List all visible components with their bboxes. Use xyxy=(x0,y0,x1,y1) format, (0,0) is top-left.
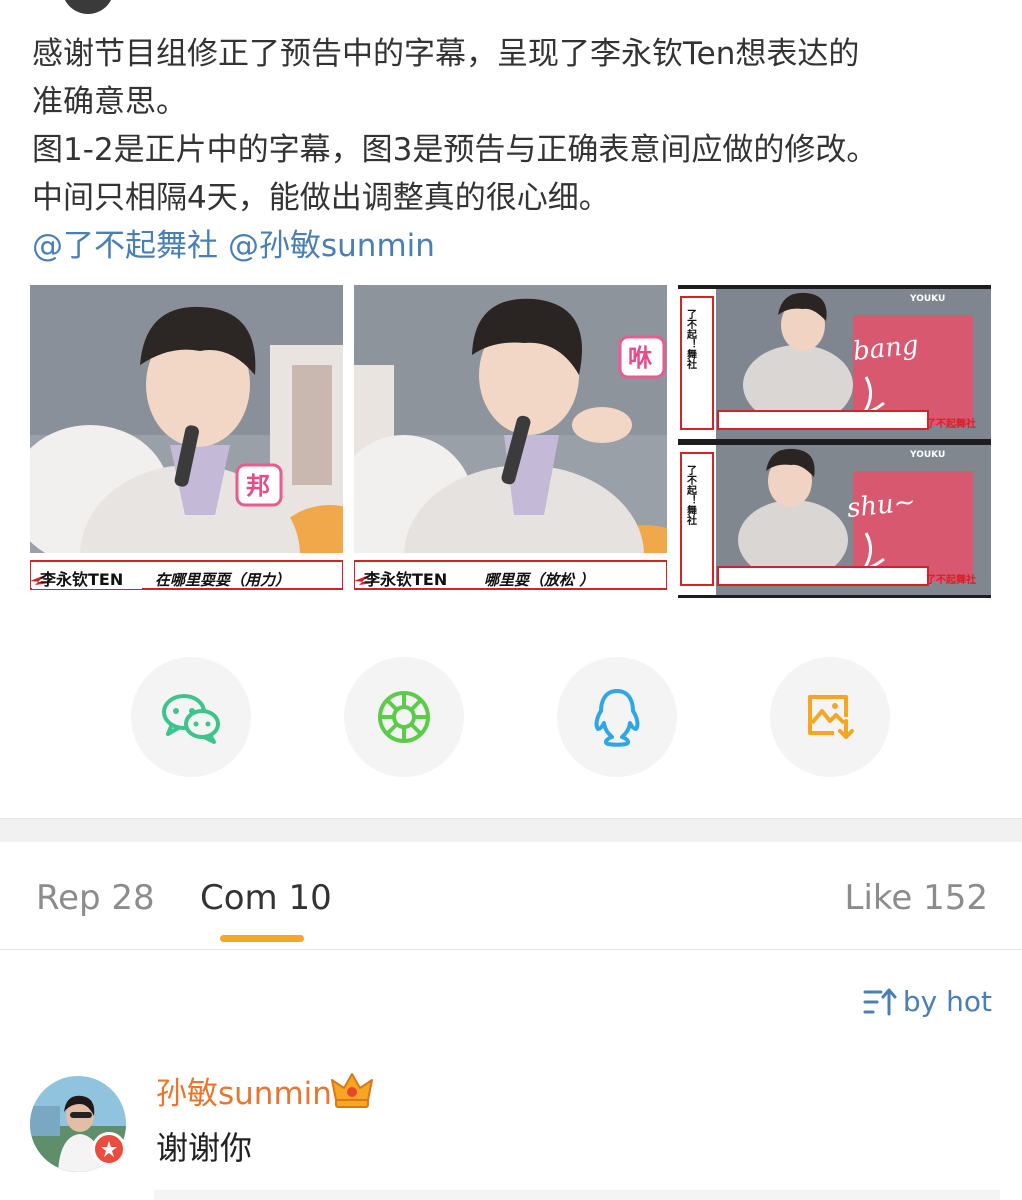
tab-reposts[interactable]: Rep 28 xyxy=(36,876,155,920)
photo-1-caption: 在哪里耍耍（用力） xyxy=(155,571,290,589)
photo-1-name-tag: 李永钦TEN xyxy=(39,570,123,589)
active-tab-indicator xyxy=(220,935,304,942)
poster-avatar[interactable] xyxy=(62,0,114,14)
photo-3-top-logo: YOUKU xyxy=(909,294,945,304)
section-divider xyxy=(0,818,1022,842)
verified-badge-icon xyxy=(92,1132,126,1166)
photo-3-bottom-watermark: 了不起舞社 xyxy=(926,573,976,586)
tab-likes[interactable]: Like 152 xyxy=(845,876,989,920)
post-line: 图1-2是正片中的字幕，图3是预告与正确表意间应做的修改。 xyxy=(32,132,878,168)
comment-replies-box[interactable] xyxy=(154,1190,1000,1200)
photo-2[interactable]: 咻 李永钦TEN 哪里耍（放松 ） xyxy=(354,285,667,598)
photo-3-bottom-logo: YOUKU xyxy=(909,450,945,460)
post-body: 感谢节目组修正了预告中的字幕，呈现了李永钦Ten想表达的 准确意思。 图1-2是… xyxy=(32,30,992,270)
save-image-button[interactable] xyxy=(770,657,890,777)
share-bar xyxy=(0,657,1022,777)
share-wechat-button[interactable] xyxy=(131,657,251,777)
photo-3[interactable]: 了不起！舞社 YOUKU bang 了不起舞社 了不起！舞社 YOUKU shu… xyxy=(678,285,991,598)
interaction-tabs: Rep 28 Com 10 Like 152 xyxy=(0,842,1022,950)
photo-2-sticker: 咻 xyxy=(628,344,652,372)
post-line: 准确意思。 xyxy=(32,84,187,120)
share-moments-button[interactable] xyxy=(344,657,464,777)
photo-2-caption: 哪里耍（放松 ） xyxy=(484,571,594,589)
mention-link[interactable]: @了不起舞社 xyxy=(32,228,218,264)
sort-button[interactable]: by hot xyxy=(863,985,992,1018)
save-image-icon xyxy=(808,695,854,739)
photo-2-name-tag: 李永钦TEN xyxy=(363,570,447,589)
wechat-icon xyxy=(162,694,220,744)
photo-grid: 李永钦TEN 在哪里耍耍（用力） 邦 咻 李永钦TEN 哪里耍（放松 ） 了不起… xyxy=(30,285,992,598)
sort-label: by hot xyxy=(902,985,992,1018)
comment-username[interactable]: 孙敏sunmin xyxy=(156,1074,332,1114)
sort-icon xyxy=(863,988,897,1015)
mentions-row: @了不起舞社 @孙敏sunmin xyxy=(32,222,992,270)
comment-text: 谢谢你 xyxy=(156,1129,253,1167)
photo-1-sticker: 邦 xyxy=(246,472,270,500)
comment-item: 孙敏sunmin 谢谢你 xyxy=(30,1073,1000,1200)
post-line: 感谢节目组修正了预告中的字幕，呈现了李永钦Ten想表达的 xyxy=(32,36,860,72)
photo-3-top-watermark: 了不起舞社 xyxy=(926,417,976,430)
tab-comments[interactable]: Com 10 xyxy=(200,876,332,920)
post-line: 中间只相隔4天，能做出调整真的很心细。 xyxy=(32,180,610,216)
photo-1[interactable]: 李永钦TEN 在哪里耍耍（用力） 邦 xyxy=(30,285,343,598)
mention-link[interactable]: @孙敏sunmin xyxy=(228,228,435,264)
moments-icon xyxy=(378,691,430,743)
crown-icon xyxy=(330,1070,374,1114)
share-qq-button[interactable] xyxy=(557,657,677,777)
qq-icon xyxy=(594,689,640,747)
